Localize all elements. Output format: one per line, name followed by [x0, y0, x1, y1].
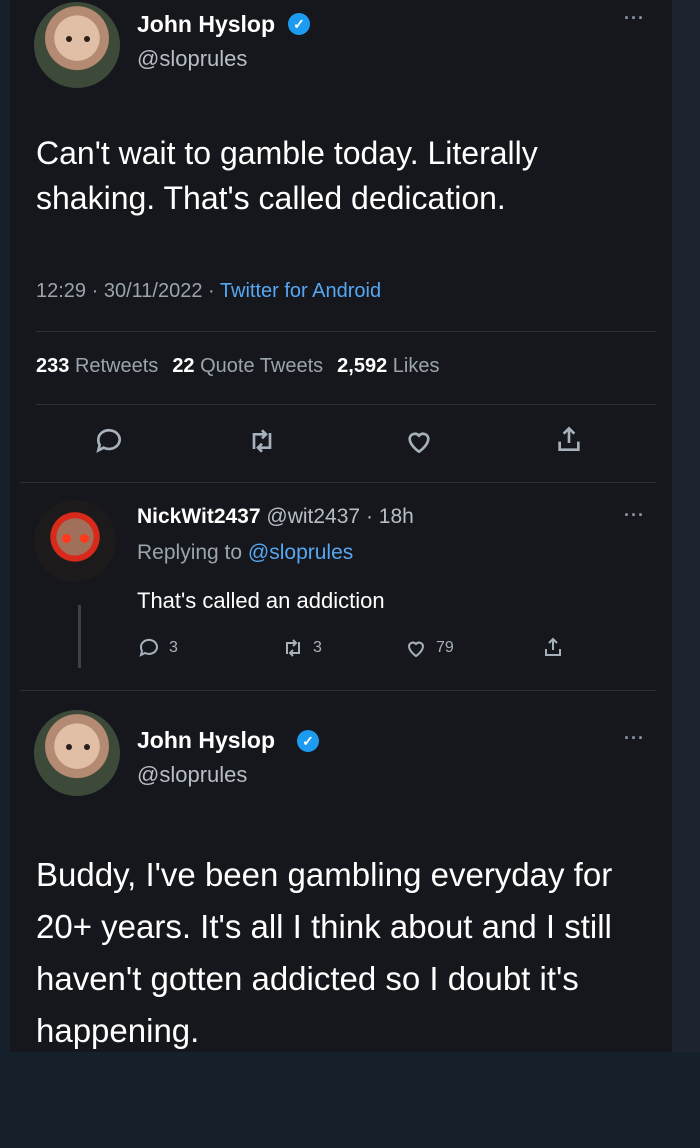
- tweet-stats: 233 Retweets 22 Quote Tweets 2,592 Likes: [36, 355, 440, 378]
- heart-icon: [407, 641, 425, 658]
- divider: [36, 331, 656, 332]
- reply-author-handle[interactable]: @wit2437: [266, 505, 360, 528]
- tweet-date: 30/11/2022: [103, 280, 203, 302]
- reply-like-count: 79: [436, 639, 454, 656]
- reply-icon: [96, 428, 121, 453]
- heart-icon: [408, 432, 430, 454]
- reply-age[interactable]: 18h: [379, 505, 414, 528]
- reply-author-name[interactable]: NickWit2437: [137, 505, 261, 528]
- share-icon: [558, 426, 580, 451]
- thread-connector: [78, 605, 81, 668]
- verified-badge-icon: ✓: [288, 13, 310, 35]
- likes-stat[interactable]: 2,592 Likes: [337, 355, 439, 378]
- reply-like-button[interactable]: 79: [404, 636, 454, 660]
- quotes-stat[interactable]: 22 Quote Tweets: [172, 355, 323, 378]
- reply-author-avatar[interactable]: [34, 500, 116, 582]
- reply-reply-count: 3: [169, 639, 178, 656]
- reply2-text: Buddy, I've been gambling everyday for 2…: [36, 856, 613, 1049]
- verified-badge-icon: ✓: [297, 730, 319, 752]
- replying-to-line: Replying to @sloprules: [137, 541, 354, 564]
- retweet-icon: [286, 639, 300, 657]
- reply-retweet-button[interactable]: 3: [281, 636, 322, 660]
- reply-retweet-count: 3: [313, 639, 322, 656]
- retweets-stat[interactable]: 233 Retweets: [36, 355, 158, 378]
- author-avatar[interactable]: [34, 2, 120, 88]
- author-handle[interactable]: @sloprules: [137, 46, 247, 72]
- scrollbar-track[interactable]: [672, 0, 700, 1052]
- reply-text: That's called an addiction: [137, 588, 385, 613]
- reply-share-button[interactable]: [541, 635, 565, 659]
- divider: [20, 690, 656, 691]
- tweet-text: Can't wait to gamble today. Literally sh…: [36, 135, 538, 216]
- like-button[interactable]: [403, 425, 435, 457]
- author-name[interactable]: John Hyslop: [137, 11, 275, 38]
- reply-button[interactable]: [93, 425, 125, 457]
- more-options-icon[interactable]: ···: [624, 8, 645, 29]
- retweet-button[interactable]: [246, 425, 278, 457]
- reply-more-options-icon[interactable]: ···: [624, 505, 645, 526]
- share-button[interactable]: [553, 423, 585, 455]
- bottom-bar: [0, 1052, 700, 1148]
- reply2-author-avatar[interactable]: [34, 710, 120, 796]
- tweet-meta: 12:29 · 30/11/2022 · Twitter for Android: [36, 280, 382, 302]
- reply-header: NickWit2437 @wit2437 · 18h: [137, 505, 414, 528]
- divider: [20, 482, 656, 483]
- reply-icon: [139, 638, 158, 657]
- replying-to-link[interactable]: @sloprules: [248, 541, 353, 564]
- reply-reply-button[interactable]: 3: [137, 636, 178, 660]
- tweet-time: 12:29: [36, 280, 87, 302]
- reply2-author-handle[interactable]: @sloprules: [137, 762, 247, 788]
- tweet-source-link[interactable]: Twitter for Android: [220, 280, 381, 302]
- retweet-icon: [252, 429, 272, 453]
- reply2-more-options-icon[interactable]: ···: [624, 728, 645, 749]
- share-icon: [545, 637, 561, 656]
- reply2-author-name[interactable]: John Hyslop: [137, 727, 275, 754]
- divider: [36, 404, 656, 405]
